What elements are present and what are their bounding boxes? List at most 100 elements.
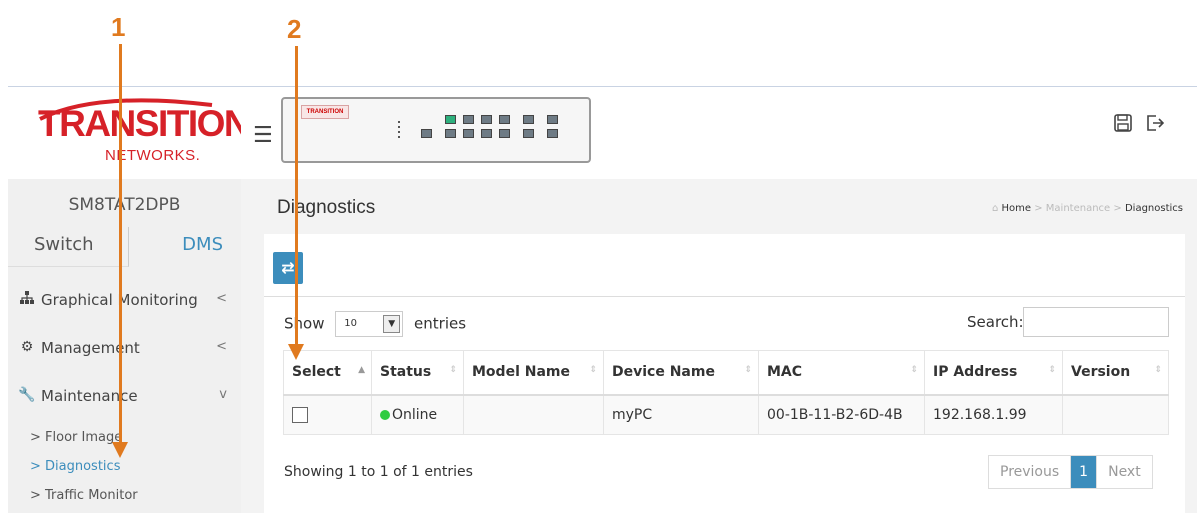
tab-dms[interactable]: DMS xyxy=(130,227,241,267)
brand-logo[interactable]: TRANSITION NETWORKS. xyxy=(8,87,251,179)
sort-icon: ⇕ xyxy=(744,365,752,375)
select-checkbox[interactable] xyxy=(292,406,308,423)
port-icon[interactable] xyxy=(499,115,510,124)
cell-mac: 00-1B-11-B2-6D-4B xyxy=(758,394,925,435)
port-icon[interactable] xyxy=(547,129,558,138)
logout-icon[interactable] xyxy=(1146,113,1165,137)
chevron-down-icon: ▼ xyxy=(383,315,401,333)
column-header-ip-address[interactable]: IP Address ⇕ xyxy=(924,350,1063,396)
cell-select xyxy=(283,394,372,435)
next-button[interactable]: Next xyxy=(1096,456,1152,488)
page-1-button[interactable]: 1 xyxy=(1070,456,1097,488)
sidebar-item-label: Maintenance xyxy=(41,387,138,405)
annotation-arrow-2-line xyxy=(295,46,298,346)
top-bar: ☰ TRANSITION xyxy=(241,87,1197,179)
column-header-label: Device Name xyxy=(612,364,715,381)
sort-icon: ⇕ xyxy=(1154,365,1162,375)
screenshot-stage: TRANSITION NETWORKS. SM8TAT2DPB Switch D… xyxy=(0,0,1197,513)
sidebar-subitem-diagnostics[interactable]: > Diagnostics xyxy=(8,459,241,481)
search-label: Search: xyxy=(967,313,1024,331)
search-input[interactable] xyxy=(1023,307,1169,337)
save-icon[interactable] xyxy=(1114,113,1132,137)
refresh-button[interactable]: ⇄ xyxy=(273,252,303,284)
port-icon[interactable] xyxy=(463,129,474,138)
annotation-number-2: 2 xyxy=(287,14,302,44)
sort-icon: ⇕ xyxy=(449,365,457,375)
app-window: TRANSITION NETWORKS. SM8TAT2DPB Switch D… xyxy=(8,86,1197,513)
column-header-version[interactable]: Version ⇕ xyxy=(1062,350,1169,396)
sort-icon: ⇕ xyxy=(589,365,597,375)
port-icon[interactable] xyxy=(547,115,558,124)
column-header-label: MAC xyxy=(767,364,803,381)
column-header-model-name[interactable]: Model Name ⇕ xyxy=(463,350,604,396)
hamburger-menu-icon[interactable]: ☰ xyxy=(253,125,273,147)
refresh-icon: ⇄ xyxy=(281,258,295,277)
status-text: Online xyxy=(392,406,438,423)
sort-icon: ⇕ xyxy=(910,365,918,375)
breadcrumb-separator: > xyxy=(1113,203,1122,214)
show-label: Show xyxy=(284,314,325,333)
cell-version xyxy=(1062,394,1169,435)
online-status-dot-icon xyxy=(380,409,390,420)
port-icon[interactable] xyxy=(445,129,456,138)
sidebar-item-label: Management xyxy=(41,339,140,357)
breadcrumb-home[interactable]: Home xyxy=(1002,203,1032,214)
entries-select-value: 10 xyxy=(344,318,357,329)
device-front-panel[interactable]: TRANSITION xyxy=(281,97,591,163)
cell-device-name: myPC xyxy=(603,394,759,435)
sidebar-item-graphical-monitoring[interactable]: Graphical Monitoring < xyxy=(8,279,241,323)
wrench-icon: 🔧 xyxy=(18,387,36,403)
logo-text: TRANSITION xyxy=(38,103,251,144)
gear-icon: ⚙ xyxy=(20,339,34,355)
port-icon[interactable] xyxy=(481,129,492,138)
chevron-left-icon: < xyxy=(216,339,227,354)
annotation-arrow-2-head xyxy=(288,344,304,360)
pagination: Previous 1 Next xyxy=(988,455,1153,489)
sidebar-subitem-traffic-monitor[interactable]: > Traffic Monitor xyxy=(8,488,241,510)
column-header-device-name[interactable]: Device Name ⇕ xyxy=(603,350,759,396)
diagnostics-table: Select ▲ Status ⇕ Model Name ⇕ Device Name ⇕… xyxy=(283,350,1169,435)
port-icon[interactable] xyxy=(463,115,474,124)
table-header-row: Select ▲ Status ⇕ Model Name ⇕ Device Name ⇕… xyxy=(283,350,1169,396)
port-icon[interactable] xyxy=(445,115,456,124)
port-icon[interactable] xyxy=(499,129,510,138)
led-icon xyxy=(398,121,400,123)
port-icon[interactable] xyxy=(523,115,534,124)
column-header-label: Version xyxy=(1071,364,1131,381)
home-icon: ⌂ xyxy=(991,203,999,214)
annotation-arrow-1-head xyxy=(112,442,128,458)
sort-asc-icon: ▲ xyxy=(358,365,365,375)
port-icon[interactable] xyxy=(481,115,492,124)
column-header-label: Model Name xyxy=(472,364,570,381)
previous-button[interactable]: Previous xyxy=(989,456,1071,488)
annotation-arrow-1-line xyxy=(119,44,122,444)
led-icon xyxy=(398,136,400,138)
sidebar-item-maintenance[interactable]: 🔧 Maintenance v xyxy=(8,375,241,419)
tab-switch[interactable]: Switch xyxy=(8,227,129,267)
chevron-down-icon: v xyxy=(219,387,227,402)
breadcrumb-current: Diagnostics xyxy=(1124,203,1183,214)
port-icon[interactable] xyxy=(421,129,432,138)
sidebar-item-management[interactable]: ⚙ Management < xyxy=(8,327,241,371)
breadcrumb: ⌂ Home > Maintenance > Diagnostics xyxy=(992,203,1183,214)
entries-length-control: Show 10 ▼ entries xyxy=(284,311,466,337)
column-header-status[interactable]: Status ⇕ xyxy=(371,350,464,396)
entries-select[interactable]: 10 ▼ xyxy=(335,311,404,337)
breadcrumb-maintenance[interactable]: Maintenance xyxy=(1046,203,1110,214)
led-icon xyxy=(398,126,400,128)
device-brand-label: TRANSITION xyxy=(301,105,349,119)
sidebar-tabs: Switch DMS xyxy=(8,227,241,267)
sort-icon: ⇕ xyxy=(1048,365,1056,375)
port-icon[interactable] xyxy=(523,129,534,138)
column-header-mac[interactable]: MAC ⇕ xyxy=(758,350,925,396)
sitemap-icon xyxy=(18,291,36,309)
chevron-left-icon: < xyxy=(216,291,227,306)
main-area: ☰ TRANSITION Diagnostics ⌂ Home > Mainte… xyxy=(241,87,1197,513)
table-info: Showing 1 to 1 of 1 entries xyxy=(284,464,473,480)
led-icon xyxy=(398,131,400,133)
breadcrumb-separator: > xyxy=(1034,203,1043,214)
annotation-number-1: 1 xyxy=(111,12,126,42)
cell-model-name xyxy=(463,394,604,435)
divider xyxy=(264,296,1185,297)
column-header-label: Status xyxy=(380,364,432,381)
